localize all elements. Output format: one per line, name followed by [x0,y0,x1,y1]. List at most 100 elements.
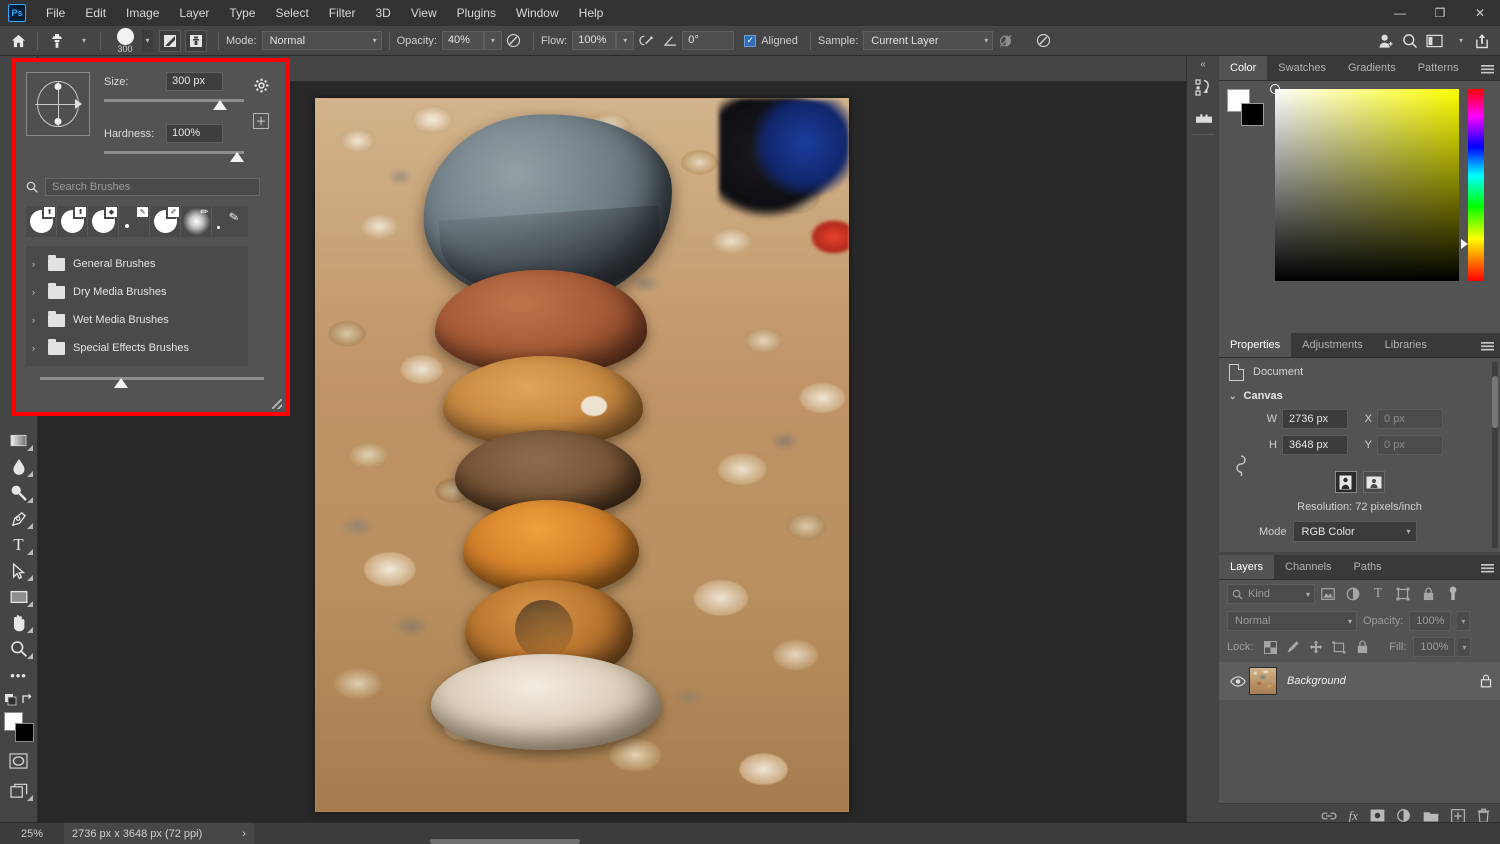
menu-help[interactable]: Help [569,2,614,24]
menu-select[interactable]: Select [265,2,318,24]
menu-file[interactable]: File [36,2,75,24]
filter-shape-icon[interactable] [1391,583,1415,605]
menu-image[interactable]: Image [116,2,169,24]
color-mode-select[interactable]: RGB Color ▾ [1292,521,1417,542]
restore-button[interactable]: ❐ [1420,0,1460,26]
brush-preset-soft-round-stamp[interactable]: ⬆ [26,206,57,237]
tool-blur[interactable] [3,454,35,480]
brush-thumbnail-size-slider[interactable] [40,374,264,390]
brush-preset-round-fan[interactable]: ✐ [150,206,181,237]
landscape-orientation-icon[interactable] [1362,471,1385,493]
lock-image-pixels-icon[interactable] [1283,637,1303,657]
tool-edit-toolbar[interactable]: ••• [3,662,35,688]
brush-preset-hard-round-pressure[interactable]: ◆ [88,206,119,237]
ignore-adjustment-layers-icon[interactable] [993,30,1017,52]
tool-type[interactable]: T [3,532,35,558]
opacity-dropdown-icon[interactable]: ▾ [483,31,502,50]
layer-name[interactable]: Background [1287,675,1480,687]
menu-layer[interactable]: Layer [169,2,219,24]
brush-hardness-input[interactable]: 100% [166,124,223,143]
document-canvas[interactable] [315,98,849,812]
tab-swatches[interactable]: Swatches [1267,56,1337,80]
properties-scrollbar-thumb[interactable] [1492,376,1498,428]
zoom-level[interactable]: 25% [0,828,64,840]
brush-roundness-handle-bottom[interactable] [54,118,62,125]
workspace-icon[interactable] [1422,30,1446,52]
link-dimensions-icon[interactable] [1235,454,1247,478]
canvas-y-input[interactable]: 0 px [1377,435,1443,455]
layer-fill-input[interactable]: 100% [1413,637,1456,657]
brush-angle-input[interactable]: 0° [682,31,735,50]
new-layer-icon[interactable] [1451,808,1465,823]
brush-preset-picker[interactable]: 300 [108,27,142,54]
layer-blend-mode-select[interactable]: Normal ▾ [1227,611,1357,631]
brush-pressure-size-icon[interactable] [1031,30,1055,52]
search-icon[interactable] [1398,30,1422,52]
properties-panel-menu-icon[interactable] [1481,333,1494,358]
brush-folder-wet-media-brushes[interactable]: › Wet Media Brushes [26,306,248,334]
layers-panel-menu-icon[interactable] [1481,555,1494,580]
brush-size-slider-knob[interactable] [213,100,228,110]
horizontal-scrollbar[interactable] [430,839,580,844]
color-panel-menu-icon[interactable] [1481,56,1494,81]
brush-preset-soft-round[interactable]: ✏ [181,206,212,237]
document-info[interactable]: 2736 px x 3648 px (72 ppi) › [64,822,254,844]
foreground-background-color-swatches[interactable] [3,712,35,742]
brush-preset-hard-round-stamp[interactable]: ⬆ [57,206,88,237]
menu-type[interactable]: Type [219,2,265,24]
libraries-icon[interactable] [1187,102,1220,132]
aligned-checkbox[interactable]: ✓ [744,34,757,47]
tab-layers[interactable]: Layers [1219,555,1275,579]
brush-preset-picker-panel[interactable]: Size: 300 px Hardness: 100% ＋ Search Bru… [12,58,290,416]
lock-all-icon[interactable] [1352,637,1372,657]
airbrush-icon[interactable] [634,30,658,52]
brush-tip-preview[interactable] [26,72,90,136]
canvas-width-input[interactable]: 2736 px [1282,409,1348,429]
filter-smart-object-icon[interactable] [1416,583,1440,605]
brush-folder-special-effects-brushes[interactable]: › Special Effects Brushes [26,334,248,362]
layer-opacity-input[interactable]: 100% [1409,611,1452,631]
filter-toggle-icon[interactable] [1441,583,1465,605]
share-user-icon[interactable] [1374,30,1398,52]
lock-transparent-pixels-icon[interactable] [1260,637,1280,657]
tab-gradients[interactable]: Gradients [1337,56,1407,80]
clone-source-panel-button[interactable] [185,29,207,52]
filter-pixel-icon[interactable] [1316,583,1340,605]
tab-libraries[interactable]: Libraries [1373,333,1438,357]
color-panel-swatches[interactable] [1227,89,1269,129]
menu-edit[interactable]: Edit [75,2,116,24]
portrait-orientation-icon[interactable] [1334,471,1357,493]
link-layers-icon[interactable] [1321,811,1337,821]
sample-select[interactable]: Current Layer ▾ [863,31,994,50]
brush-thumbnail-slider-knob[interactable] [113,378,128,388]
layer-locked-icon[interactable] [1480,674,1492,688]
gear-icon[interactable] [254,78,269,93]
layer-visibility-eye-icon[interactable] [1227,675,1249,687]
delete-layer-icon[interactable] [1477,808,1490,823]
color-picker-field[interactable] [1270,84,1459,281]
brush-settings-panel-button[interactable] [159,29,181,52]
layer-mask-icon[interactable] [1370,809,1385,822]
color-panel-background-swatch[interactable] [1241,103,1264,126]
brush-preset-spatter[interactable]: ✎ [212,206,243,237]
menu-filter[interactable]: Filter [319,2,366,24]
tool-rectangle[interactable] [3,584,35,610]
lock-position-icon[interactable] [1306,637,1326,657]
tab-properties[interactable]: Properties [1219,333,1292,357]
panel-resize-grip[interactable] [272,399,282,409]
brush-folder-dry-media-brushes[interactable]: › Dry Media Brushes [26,278,248,306]
brush-preset-tiny-dot[interactable]: ✎ [119,206,150,237]
default-colors-and-swap-icons[interactable] [3,688,35,710]
background-color-swatch[interactable] [14,723,34,742]
lock-artboard-nesting-icon[interactable] [1329,637,1349,657]
opacity-pressure-icon[interactable] [502,30,526,52]
tool-pen[interactable] [3,506,35,532]
tab-color[interactable]: Color [1219,56,1268,80]
layer-thumbnail[interactable] [1249,667,1277,695]
tool-gradient[interactable] [3,428,35,454]
menu-3d[interactable]: 3D [365,2,400,24]
blend-mode-select[interactable]: Normal ▾ [261,31,382,50]
tool-path-selection[interactable] [3,558,35,584]
flow-input[interactable]: 100% [572,31,617,50]
brush-size-input[interactable]: 300 px [166,72,223,91]
